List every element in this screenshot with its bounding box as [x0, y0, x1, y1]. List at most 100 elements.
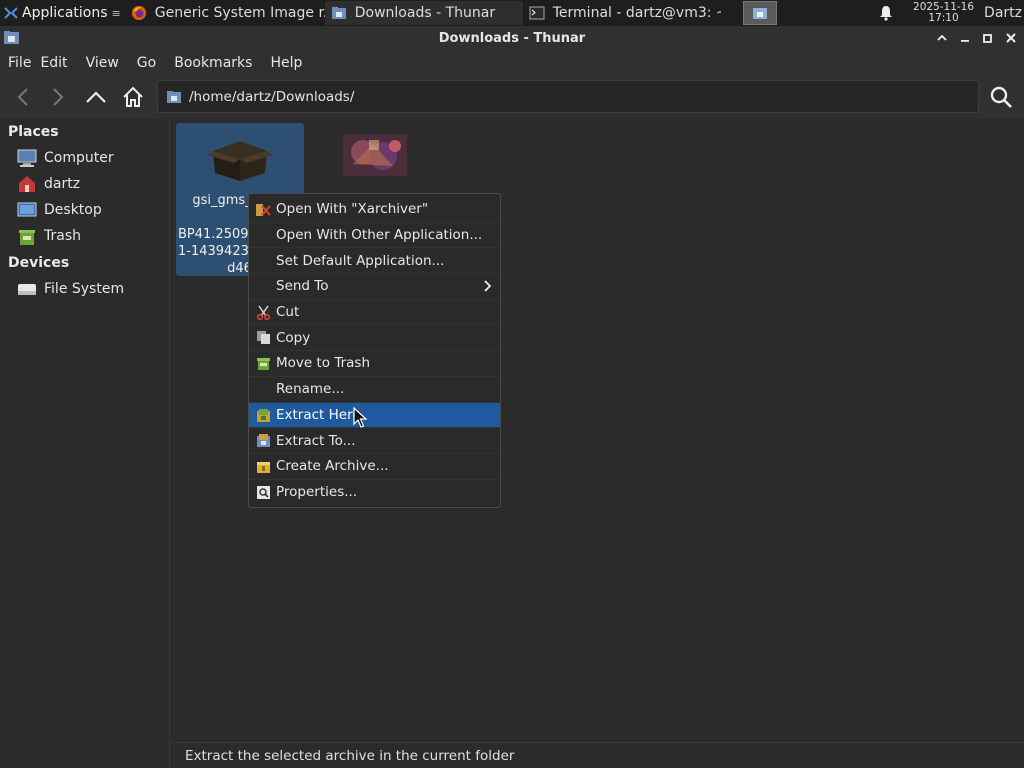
- sidebar-item-computer[interactable]: Computer: [16, 147, 114, 169]
- minimize-button[interactable]: [953, 26, 976, 50]
- context-menu: Open With "Xarchiver" Open With Other Ap…: [248, 193, 501, 508]
- folder-icon: [167, 90, 181, 103]
- close-icon: [1005, 33, 1016, 43]
- shade-button[interactable]: [930, 26, 953, 50]
- menu-item-send-to[interactable]: Send To: [249, 274, 500, 300]
- menu-item-move-to-trash[interactable]: Move to Trash: [249, 351, 500, 377]
- sidebar-item-label: File System: [44, 281, 125, 297]
- maximize-button[interactable]: [976, 26, 999, 50]
- menu-item-copy[interactable]: Copy: [249, 325, 500, 352]
- devices-heading: Devices: [8, 255, 70, 271]
- sidebar-item-dartz[interactable]: dartz: [16, 173, 80, 195]
- menu-edit[interactable]: Edit: [40, 55, 76, 71]
- menu-item-open-with-other[interactable]: Open With Other Application...: [249, 223, 500, 249]
- task-thunar[interactable]: Downloads - Thunar: [324, 1, 523, 25]
- extract-to-icon: [257, 434, 270, 448]
- sidebar: Places Computer dartz Desktop Trash Devi…: [0, 118, 170, 768]
- places-heading: Places: [8, 124, 59, 140]
- copy-icon: [257, 331, 270, 345]
- menu-lines-icon: ≡: [111, 6, 121, 20]
- applications-menu-button[interactable]: Applications ≡: [0, 0, 125, 26]
- firefox-icon: [131, 6, 146, 20]
- sidebar-item-label: Computer: [44, 150, 114, 166]
- menu-item-label: Rename...: [276, 381, 345, 398]
- menu-item-properties[interactable]: Properties...: [249, 480, 500, 506]
- home-button[interactable]: [118, 82, 148, 112]
- clock[interactable]: 2025-11-16 17:10: [903, 2, 984, 24]
- back-button[interactable]: [8, 82, 38, 112]
- task-label: Generic System Image r...: [154, 5, 325, 21]
- maximize-icon: [983, 33, 992, 43]
- sidebar-item-filesystem[interactable]: File System: [16, 278, 124, 300]
- image-thumbnail[interactable]: [343, 134, 407, 176]
- notification-bell-icon[interactable]: [879, 5, 893, 21]
- chevron-up-icon: [86, 91, 106, 103]
- menu-bookmarks[interactable]: Bookmarks: [174, 55, 261, 71]
- menu-item-label: Extract To...: [276, 432, 356, 449]
- chevron-right-icon: [53, 88, 64, 106]
- user-menu[interactable]: Dartz: [984, 5, 1024, 21]
- search-button[interactable]: [986, 82, 1016, 112]
- chevron-up-icon: [936, 34, 947, 41]
- drive-icon: [18, 284, 36, 295]
- search-icon: [990, 86, 1012, 108]
- close-button[interactable]: [999, 26, 1022, 50]
- sidebar-item-desktop[interactable]: Desktop: [16, 199, 102, 221]
- trash-icon: [19, 230, 35, 245]
- location-bar[interactable]: /home/dartz/Downloads/: [157, 80, 979, 113]
- menu-view[interactable]: View: [86, 55, 128, 71]
- mouse-cursor-icon: [353, 407, 367, 428]
- menu-item-label: Send To: [276, 278, 329, 295]
- menu-item-open-with-xarchiver[interactable]: Open With "Xarchiver": [249, 197, 500, 223]
- menu-item-label: Create Archive...: [276, 458, 389, 475]
- xfce-logo-icon: [4, 7, 18, 19]
- xarchiver-icon: [256, 204, 271, 216]
- menu-item-rename[interactable]: Rename...: [249, 377, 500, 403]
- home-folder-icon: [19, 176, 35, 192]
- workspace-switcher[interactable]: [742, 1, 777, 25]
- menu-item-label: Move to Trash: [276, 355, 371, 372]
- home-icon: [123, 86, 143, 107]
- task-label: Terminal - dartz@vm3: ~: [552, 5, 721, 21]
- status-text: Extract the selected archive in the curr…: [185, 747, 515, 764]
- create-archive-icon: [257, 461, 270, 473]
- window-titlebar[interactable]: Downloads - Thunar: [0, 26, 1024, 50]
- window-title: Downloads - Thunar: [438, 30, 586, 46]
- clock-time: 17:10: [928, 12, 959, 24]
- menu-item-extract-to[interactable]: Extract To...: [249, 428, 500, 454]
- task-firefox[interactable]: Generic System Image r...: [125, 1, 325, 25]
- task-terminal[interactable]: Terminal - dartz@vm3: ~: [523, 1, 721, 25]
- menu-item-label: Extract Here: [276, 406, 361, 423]
- menu-item-label: Set Default Application...: [276, 252, 445, 269]
- location-path: /home/dartz/Downloads/: [189, 88, 355, 105]
- scissors-icon: [256, 305, 271, 320]
- menu-item-label: Open With "Xarchiver": [276, 201, 429, 218]
- menu-item-label: Properties...: [276, 484, 358, 501]
- window-folder-icon: [4, 31, 19, 44]
- menu-item-set-default-app[interactable]: Set Default Application...: [249, 248, 500, 275]
- menu-go[interactable]: Go: [137, 55, 165, 71]
- toolbar: /home/dartz/Downloads/: [0, 76, 1024, 118]
- properties-icon: [257, 485, 270, 499]
- status-bar: Extract the selected archive in the curr…: [171, 742, 1024, 768]
- parent-folder-button[interactable]: [81, 82, 111, 112]
- desktop-icon: [17, 202, 37, 217]
- folder-icon: [752, 8, 767, 19]
- trash-icon: [257, 358, 270, 371]
- menu-item-extract-here[interactable]: Extract Here: [249, 402, 500, 429]
- menu-item-create-archive[interactable]: Create Archive...: [249, 454, 500, 480]
- image-thumbnail-art: [343, 134, 407, 176]
- minimize-icon: [960, 40, 969, 42]
- sidebar-item-label: Trash: [44, 228, 81, 244]
- top-panel: Applications ≡ Generic System Image r...…: [0, 0, 1024, 26]
- computer-icon: [17, 149, 37, 167]
- terminal-icon: [529, 6, 545, 20]
- menu-help[interactable]: Help: [270, 55, 311, 71]
- menu-item-label: Cut: [276, 304, 300, 321]
- menu-file[interactable]: File: [8, 55, 40, 71]
- menu-item-cut[interactable]: Cut: [249, 300, 500, 326]
- forward-button[interactable]: [43, 82, 73, 112]
- chevron-right-icon: [484, 280, 491, 292]
- sidebar-item-trash[interactable]: Trash: [16, 225, 81, 247]
- menu-item-label: Open With Other Application...: [276, 227, 483, 244]
